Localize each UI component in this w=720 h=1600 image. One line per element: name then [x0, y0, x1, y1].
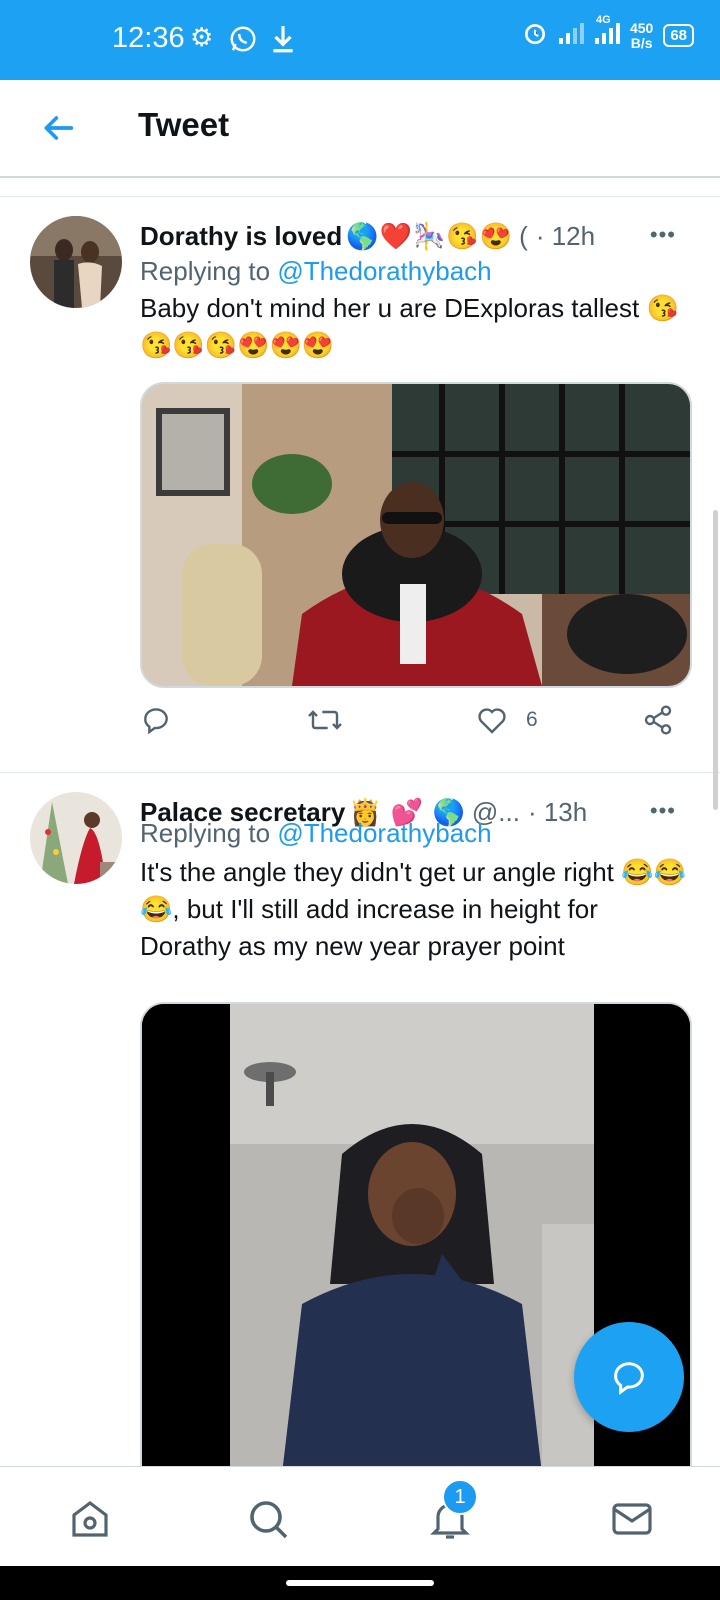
tweet-reply[interactable]: Dorathy is loved 🌎❤️🎠😘😍 ( · 12h ••• Repl… — [0, 196, 720, 770]
replying-prefix: Replying to — [140, 256, 278, 286]
tweet-photo[interactable] — [140, 382, 692, 688]
bottom-navigation: 1 — [0, 1466, 720, 1567]
back-arrow-icon[interactable] — [38, 108, 78, 148]
compose-reply-button[interactable] — [574, 1322, 684, 1432]
tweet-text: Baby don't mind her u are DExploras tall… — [140, 293, 679, 360]
chat-bubble-icon — [614, 1362, 644, 1395]
settings-gear-icon: ⚙ — [190, 22, 214, 52]
network-speed: 450 B/s — [629, 19, 654, 51]
retweet-button[interactable] — [306, 704, 344, 736]
download-icon — [270, 24, 296, 61]
top-app-bar: Tweet — [0, 80, 720, 178]
name-emojis: 🌎❤️🎠😘😍 — [346, 220, 514, 251]
signal-icon — [558, 22, 584, 49]
signal-4g-icon: 4G — [594, 14, 620, 49]
replying-to-link[interactable]: @Thedorathybach — [277, 256, 491, 286]
tweet-actions: 6 — [140, 704, 690, 744]
notification-badge: 1 — [442, 1479, 478, 1515]
display-name[interactable]: Dorathy is loved — [140, 221, 342, 252]
alarm-icon — [522, 20, 548, 51]
replying-to-link[interactable]: @Thedorathybach — [277, 818, 491, 848]
home-icon[interactable] — [66, 1495, 114, 1543]
like-button[interactable]: 6 — [476, 704, 538, 736]
network-type: 4G — [595, 14, 611, 26]
reply-button[interactable] — [140, 704, 172, 736]
scrollbar[interactable] — [713, 510, 718, 810]
replying-to: Replying to @Thedorathybach — [140, 256, 492, 287]
home-indicator[interactable] — [286, 1580, 434, 1586]
handle: ( — [519, 220, 528, 251]
search-icon[interactable] — [244, 1495, 292, 1543]
page-title: Tweet — [138, 106, 230, 143]
replying-to: Replying to @Thedorathybach — [140, 818, 492, 849]
replying-prefix: Replying to — [140, 818, 278, 848]
status-bar: 12:36 ⚙ 4G 450 B/s 68 — [0, 0, 720, 80]
tweet-header: Dorathy is loved 🌎❤️🎠😘😍 ( · 12h ••• — [140, 216, 700, 256]
notifications-bell-icon[interactable]: 1 — [426, 1479, 478, 1543]
timestamp: · 12h — [535, 220, 596, 251]
speed-value: 450 — [629, 19, 654, 36]
status-time: 12:36 — [112, 22, 185, 54]
tweet-text: It's the angle they didn't get ur angle … — [140, 857, 686, 961]
whatsapp-icon — [228, 24, 258, 61]
more-options-icon[interactable]: ••• — [650, 222, 676, 248]
system-navigation-bar — [0, 1566, 720, 1600]
avatar[interactable] — [30, 216, 122, 308]
share-button[interactable] — [642, 704, 674, 736]
avatar[interactable] — [30, 792, 122, 884]
more-options-icon[interactable]: ••• — [650, 798, 676, 824]
like-count: 6 — [526, 708, 538, 731]
messages-envelope-icon[interactable] — [608, 1495, 656, 1543]
timestamp: · 13h — [527, 796, 588, 827]
speed-unit: B/s — [630, 34, 653, 51]
battery-icon: 68 — [663, 24, 694, 47]
